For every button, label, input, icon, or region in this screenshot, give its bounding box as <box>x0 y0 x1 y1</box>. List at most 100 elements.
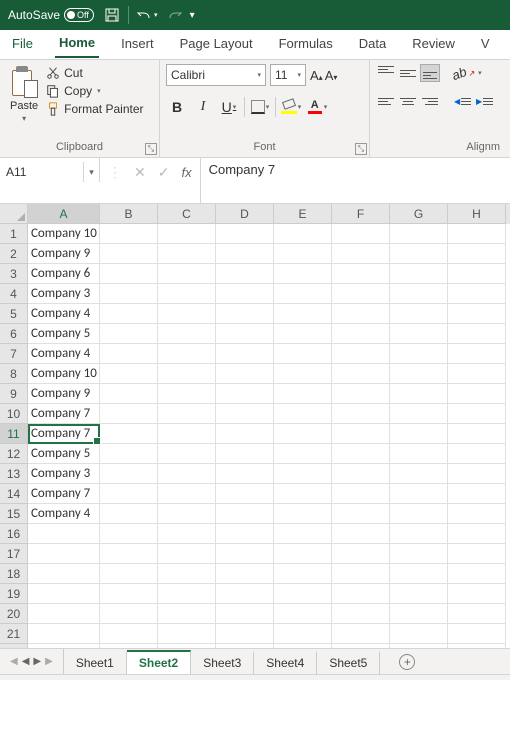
cell[interactable] <box>448 504 506 524</box>
cell[interactable] <box>448 304 506 324</box>
column-header[interactable]: H <box>448 204 506 224</box>
cell[interactable]: Company 10 <box>28 224 100 244</box>
row-header[interactable]: 3 <box>0 264 28 284</box>
tab-home[interactable]: Home <box>55 31 99 58</box>
cell[interactable] <box>158 624 216 644</box>
cell[interactable] <box>390 524 448 544</box>
cell[interactable] <box>390 484 448 504</box>
cell[interactable] <box>28 524 100 544</box>
cell[interactable] <box>158 524 216 544</box>
cell[interactable] <box>216 244 274 264</box>
cell[interactable] <box>100 304 158 324</box>
column-header[interactable]: D <box>216 204 274 224</box>
cell[interactable] <box>216 464 274 484</box>
cell[interactable] <box>274 364 332 384</box>
cell[interactable] <box>274 444 332 464</box>
cell[interactable] <box>332 364 390 384</box>
cell[interactable] <box>100 284 158 304</box>
cell[interactable] <box>274 284 332 304</box>
cell[interactable] <box>158 384 216 404</box>
tab-file[interactable]: File <box>8 32 37 57</box>
cell[interactable] <box>332 604 390 624</box>
name-box-value[interactable]: A11 <box>0 165 83 179</box>
cell[interactable] <box>332 404 390 424</box>
sheet-tab[interactable]: Sheet2 <box>127 650 191 674</box>
cell[interactable] <box>274 264 332 284</box>
cell[interactable] <box>100 604 158 624</box>
cell[interactable] <box>274 424 332 444</box>
cell[interactable] <box>28 644 100 648</box>
column-header[interactable]: B <box>100 204 158 224</box>
cell[interactable]: Company 9 <box>28 384 100 404</box>
cell[interactable]: Company 10 <box>28 364 100 384</box>
cell[interactable] <box>216 324 274 344</box>
align-top-button[interactable] <box>376 64 396 82</box>
cell[interactable] <box>100 444 158 464</box>
row-header[interactable]: 10 <box>0 404 28 424</box>
cell[interactable] <box>274 604 332 624</box>
cell[interactable] <box>448 324 506 344</box>
cell[interactable] <box>158 504 216 524</box>
cell[interactable] <box>332 324 390 344</box>
cell[interactable]: Company 7 <box>28 484 100 504</box>
cancel-formula-button[interactable]: ✕ <box>134 164 146 181</box>
cell[interactable] <box>448 524 506 544</box>
cell[interactable] <box>390 424 448 444</box>
cell[interactable] <box>332 264 390 284</box>
cell[interactable] <box>332 224 390 244</box>
formula-bar[interactable]: Company 7 <box>200 158 510 203</box>
toggle-switch[interactable]: Off <box>64 8 94 22</box>
cell[interactable] <box>390 284 448 304</box>
cell[interactable] <box>390 224 448 244</box>
cell[interactable] <box>216 364 274 384</box>
cell[interactable] <box>100 524 158 544</box>
row-header[interactable]: 7 <box>0 344 28 364</box>
underline-button[interactable]: U▾ <box>218 96 240 118</box>
cell[interactable] <box>100 364 158 384</box>
cell[interactable] <box>448 404 506 424</box>
cell[interactable] <box>100 384 158 404</box>
cell[interactable] <box>332 524 390 544</box>
insert-function-button[interactable]: fx <box>181 165 191 180</box>
cell[interactable] <box>216 624 274 644</box>
grow-font-button[interactable]: A▴ <box>310 68 323 83</box>
cell[interactable] <box>390 504 448 524</box>
clipboard-launcher[interactable]: ⤡ <box>145 143 157 155</box>
cell[interactable] <box>390 364 448 384</box>
cell[interactable] <box>100 624 158 644</box>
cell[interactable] <box>100 584 158 604</box>
cell[interactable] <box>28 544 100 564</box>
row-header[interactable]: 8 <box>0 364 28 384</box>
cell[interactable] <box>216 504 274 524</box>
cell[interactable] <box>274 344 332 364</box>
cell[interactable] <box>332 344 390 364</box>
column-header[interactable]: F <box>332 204 390 224</box>
cell[interactable] <box>448 364 506 384</box>
cell[interactable] <box>100 244 158 264</box>
shrink-font-button[interactable]: A▾ <box>325 68 338 83</box>
cell[interactable] <box>100 344 158 364</box>
cell[interactable] <box>332 504 390 524</box>
cell[interactable] <box>216 344 274 364</box>
cell[interactable] <box>28 624 100 644</box>
cell[interactable] <box>274 584 332 604</box>
row-header[interactable]: 21 <box>0 624 28 644</box>
align-center-button[interactable] <box>398 92 418 110</box>
column-header[interactable]: A <box>28 204 100 224</box>
cell[interactable] <box>390 324 448 344</box>
row-header[interactable]: 19 <box>0 584 28 604</box>
cell[interactable] <box>216 224 274 244</box>
cell[interactable] <box>448 564 506 584</box>
cell[interactable] <box>448 344 506 364</box>
cell[interactable] <box>216 404 274 424</box>
align-middle-button[interactable] <box>398 64 418 82</box>
column-header[interactable]: G <box>390 204 448 224</box>
cell[interactable] <box>390 404 448 424</box>
cell[interactable] <box>158 264 216 284</box>
cell[interactable] <box>448 604 506 624</box>
row-header[interactable]: 15 <box>0 504 28 524</box>
sheet-tab[interactable]: Sheet1 <box>64 651 127 674</box>
cell[interactable] <box>448 484 506 504</box>
cell[interactable] <box>448 244 506 264</box>
add-sheet-button[interactable]: + <box>392 649 422 674</box>
